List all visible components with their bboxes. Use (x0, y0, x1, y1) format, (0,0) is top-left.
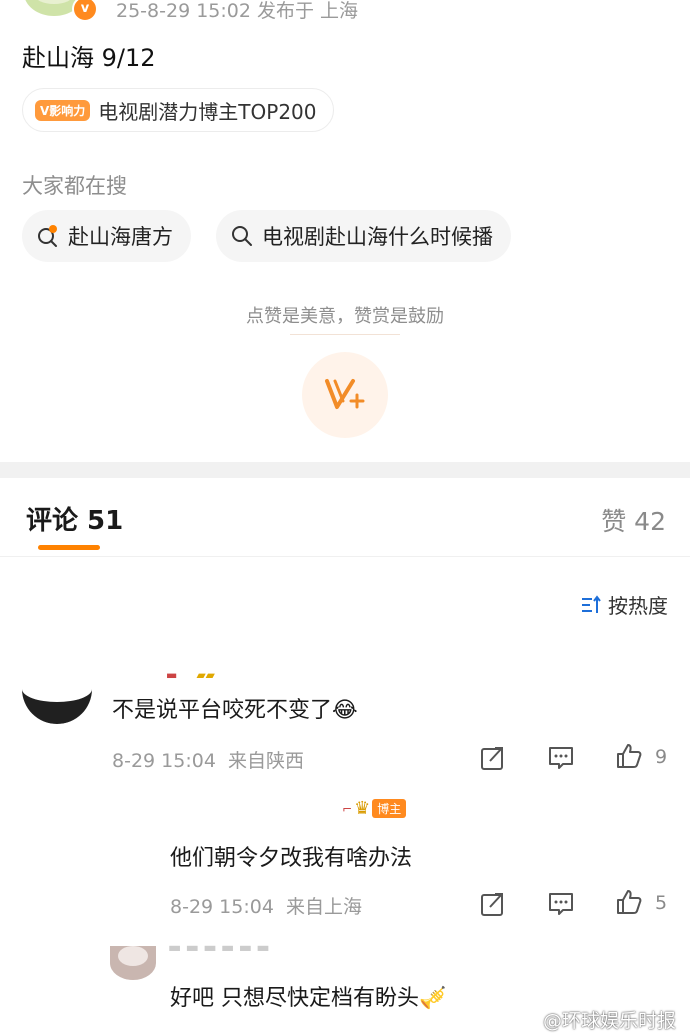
like-icon[interactable] (616, 889, 642, 915)
crown-icon: ♛ (354, 798, 371, 819)
share-icon[interactable] (480, 891, 506, 917)
like-count: 9 (655, 746, 668, 768)
comment-time: 8-29 15:04 (112, 750, 216, 772)
comment-icon[interactable] (548, 745, 574, 771)
tab-active-indicator (38, 545, 100, 550)
search-chip-label: 赴山海唐方 (68, 225, 173, 249)
comment-meta: 8-29 15:04 来自陕西 (112, 746, 304, 773)
comment-meta: 8-29 15:04 来自上海 (170, 892, 362, 919)
like-count: 5 (655, 892, 668, 914)
comment-icon[interactable] (548, 891, 574, 917)
comment-text: 好吧 只想尽快定档有盼头🎺 (170, 986, 447, 1011)
commenter-name[interactable]: ⌐ ♛ 博主 (342, 798, 407, 819)
reward-prompt: 点赞是美意，赞赏是鼓励 (246, 306, 444, 327)
comment-location: 来自上海 (286, 896, 363, 918)
post-meta: 25-8-29 15:02 发布于 上海 (116, 0, 359, 22)
post-title: 赴山海 9/12 (22, 44, 156, 72)
tab-likes[interactable]: 赞 42 (601, 502, 666, 538)
blogger-badge: 博主 (372, 799, 407, 818)
influence-badge[interactable]: V影响力 电视剧潜力博主TOP200 (22, 88, 334, 132)
sort-by-hot-button[interactable]: 按热度 (580, 590, 668, 619)
search-icon (232, 226, 252, 246)
comment-text: 不是说平台咬死不变了😂 (112, 698, 358, 723)
hot-search-icon (38, 225, 57, 247)
like-icon[interactable] (616, 743, 642, 769)
trending-search-heading: 大家都在搜 (22, 174, 127, 198)
comment-time: 8-29 15:04 (170, 896, 274, 918)
verified-icon: v (72, 0, 98, 22)
commenter-avatar[interactable] (110, 946, 156, 980)
commenter-name[interactable]: ▬ ▰▰ (166, 664, 215, 683)
search-chip-label: 电视剧赴山海什么时候播 (262, 225, 493, 249)
search-chip-1[interactable]: 赴山海唐方 (22, 210, 191, 262)
comment-text: 他们朝令夕改我有啥办法 (170, 846, 413, 871)
tab-comments[interactable]: 评论 51 (26, 500, 123, 537)
comment-location: 来自陕西 (228, 750, 305, 772)
watermark: @环球娱乐时报 (542, 1010, 676, 1032)
influence-tag: V影响力 (35, 99, 91, 121)
share-icon[interactable] (480, 745, 506, 771)
section-separator (0, 462, 690, 478)
divider (0, 556, 690, 557)
search-chip-2[interactable]: 电视剧赴山海什么时候播 (216, 210, 511, 262)
divider (290, 334, 400, 335)
influence-text: 电视剧潜力博主TOP200 (98, 99, 317, 124)
sort-label: 按热度 (608, 594, 668, 618)
commenter-name[interactable]: ▬ ▬ ▬ ▬ ▬ ▬ (168, 940, 270, 956)
reward-v-plus-icon (325, 379, 365, 409)
reward-button[interactable] (302, 352, 388, 438)
commenter-avatar[interactable] (22, 668, 92, 724)
sort-icon (582, 594, 601, 613)
